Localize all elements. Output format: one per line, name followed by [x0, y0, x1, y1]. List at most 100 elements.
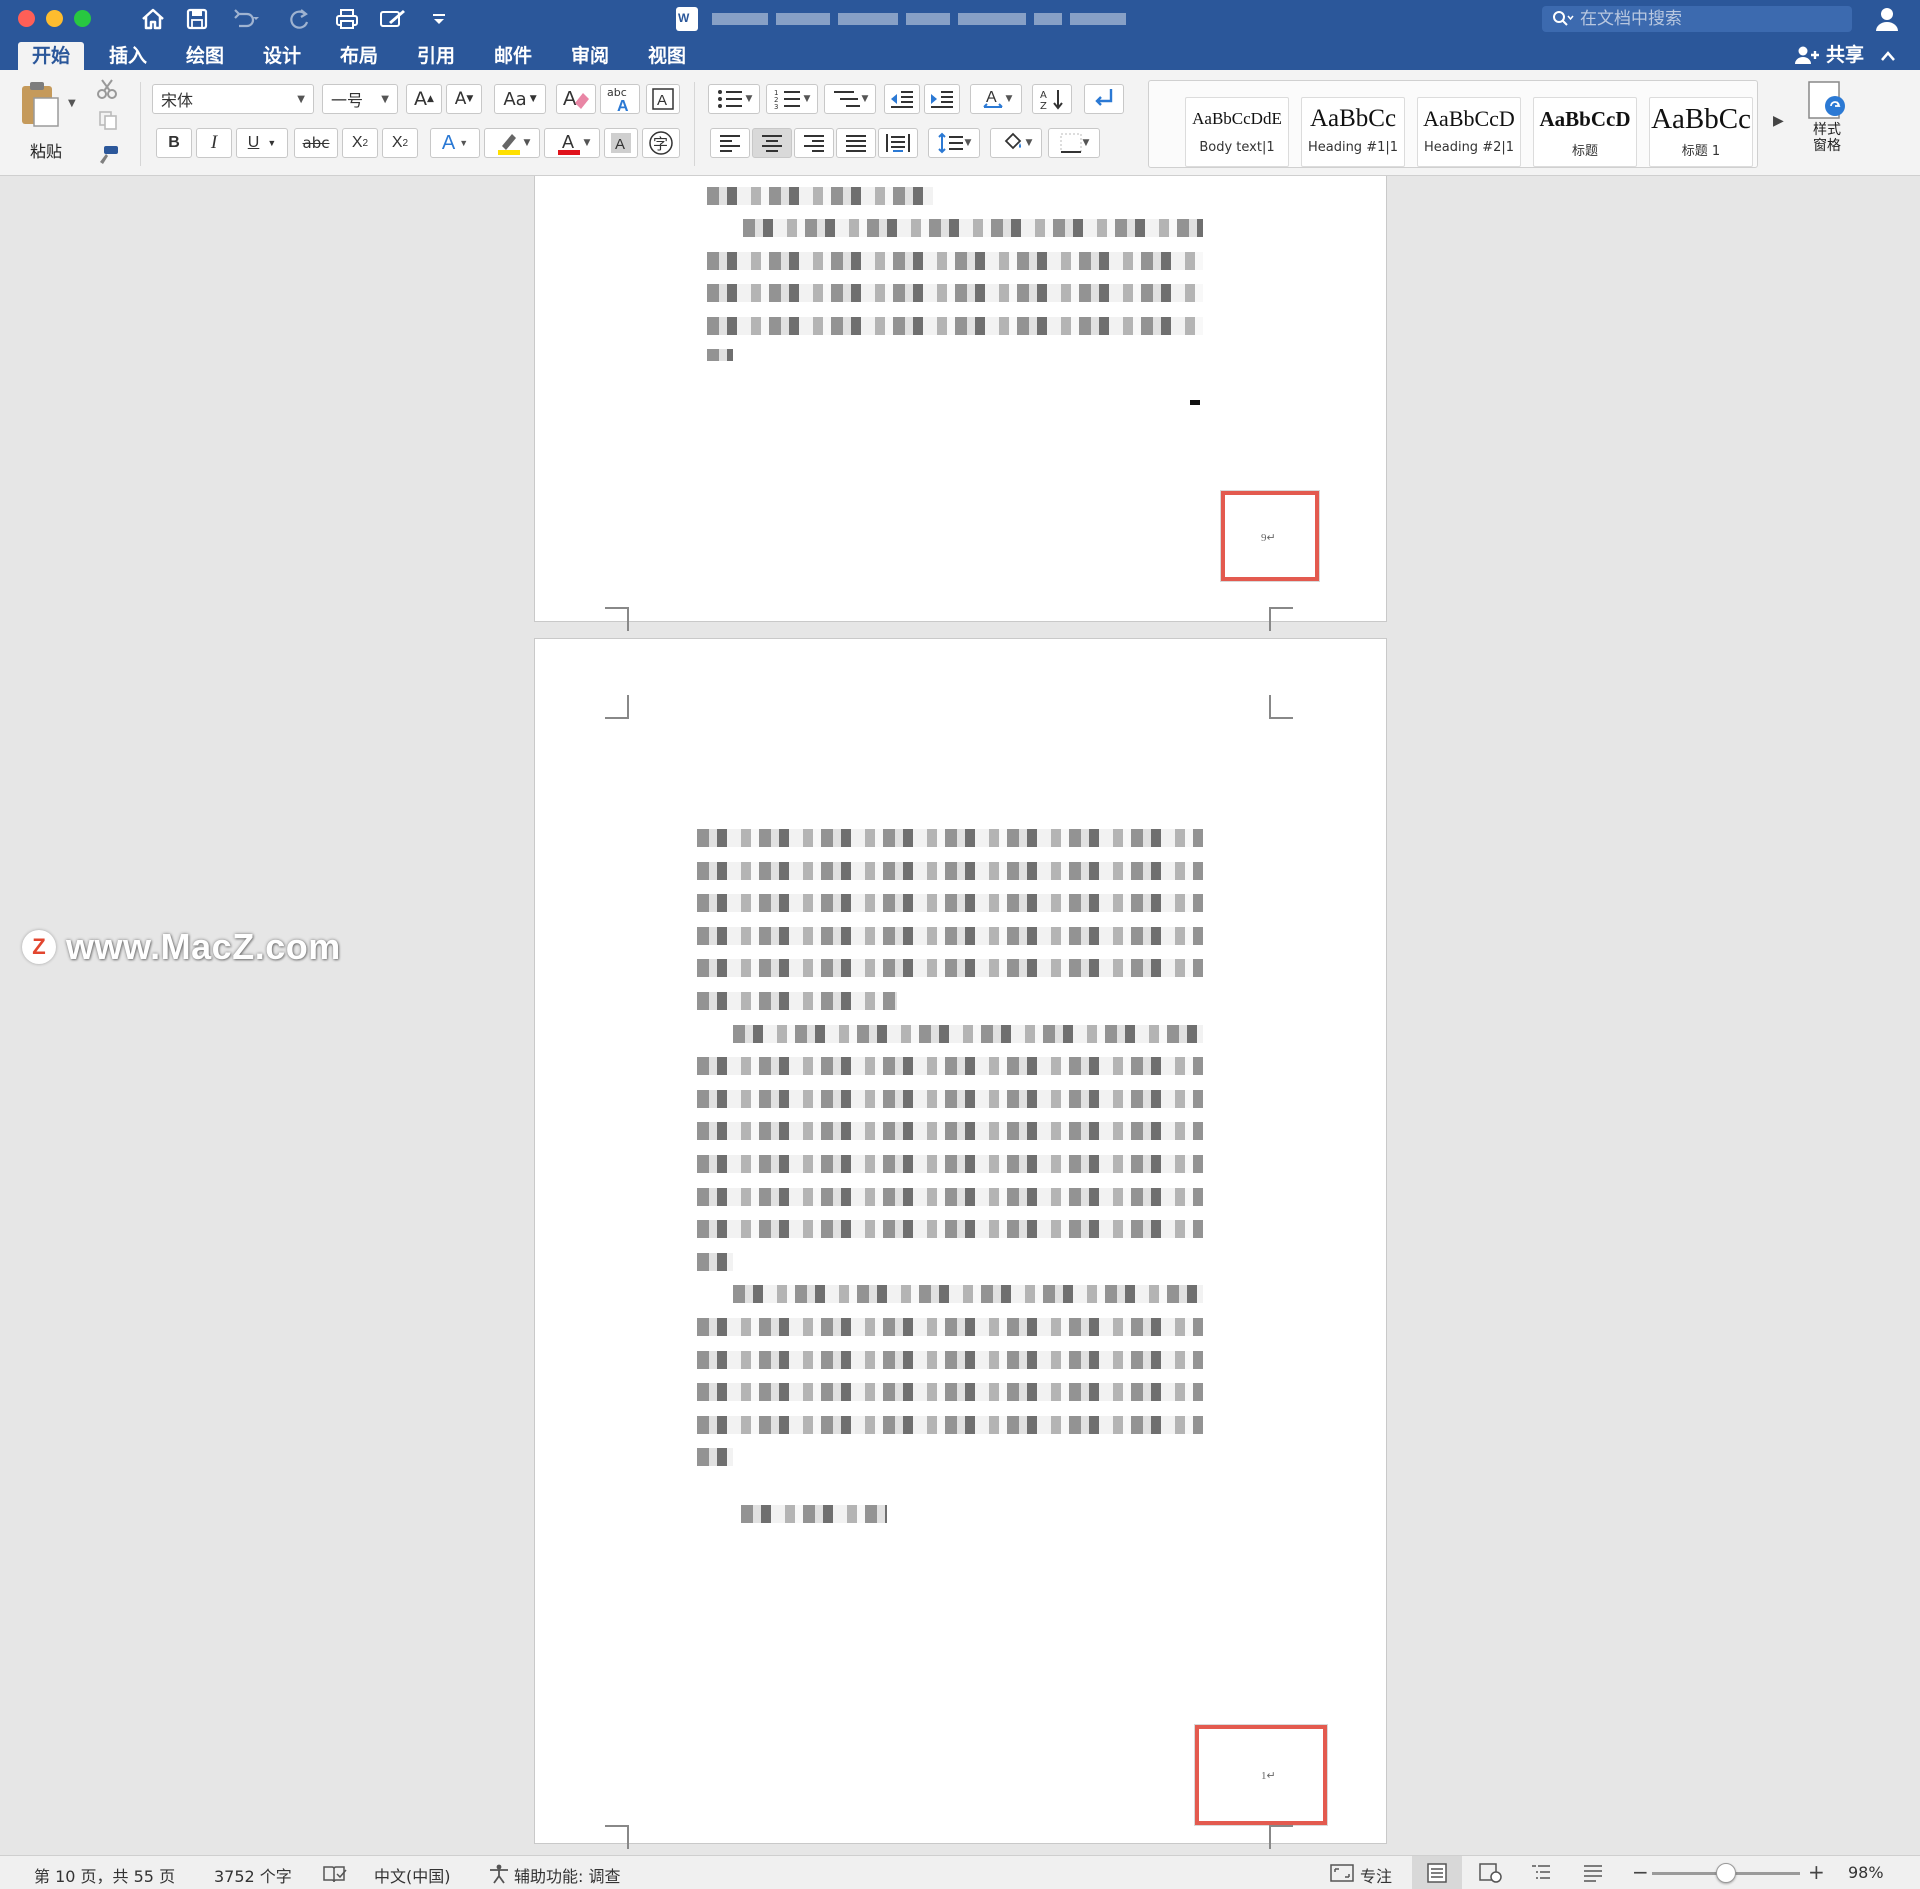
increase-indent-button[interactable]	[924, 84, 960, 114]
character-border-button[interactable]: A	[646, 84, 680, 114]
clear-formatting-button[interactable]: A	[556, 84, 596, 114]
page-info[interactable]: 第 10 页，共 55 页	[34, 1863, 175, 1887]
more-commands-icon[interactable]	[422, 4, 456, 34]
align-center-button[interactable]	[752, 128, 792, 158]
close-window-button[interactable]	[18, 10, 35, 27]
underline-button[interactable]: U ▼	[236, 128, 288, 158]
search-input[interactable]	[1580, 9, 1840, 29]
search-box[interactable]	[1542, 6, 1852, 32]
redo-icon[interactable]	[282, 4, 316, 34]
numbering-button[interactable]: 1 2 3 ▼	[766, 84, 818, 114]
proofing-icon[interactable]	[322, 1864, 348, 1888]
home-icon[interactable]	[136, 4, 170, 34]
share-button[interactable]: 共享	[1794, 42, 1864, 68]
justify-icon	[846, 135, 866, 152]
highlight-button[interactable]: ▼	[484, 128, 540, 158]
account-icon[interactable]	[1874, 6, 1900, 36]
bullets-button[interactable]: ▼	[708, 84, 760, 114]
style-body-text[interactable]: AaBbCcDdE Body text|1	[1185, 97, 1289, 167]
font-name-select[interactable]: 宋体 ▼	[152, 84, 314, 114]
focus-mode-button[interactable]: 专注	[1360, 1863, 1392, 1887]
zoom-level[interactable]: 98%	[1848, 1863, 1884, 1882]
tab-insert[interactable]: 插入	[95, 42, 161, 70]
accessibility-status[interactable]: 辅助功能: 调查	[514, 1863, 620, 1887]
align-left-icon	[720, 135, 740, 152]
shading-button[interactable]: ▼	[990, 128, 1042, 158]
font-size-value: 一号	[331, 91, 364, 110]
collapse-ribbon-icon[interactable]	[1880, 46, 1896, 67]
font-size-select[interactable]: 一号 ▼	[322, 84, 398, 114]
multilevel-list-button[interactable]: ▼	[824, 84, 876, 114]
tab-references[interactable]: 引用	[403, 42, 469, 70]
borders-button[interactable]: ▼	[1048, 128, 1100, 158]
show-paragraph-marks-button[interactable]	[1084, 84, 1124, 114]
styles-pane-button[interactable]: 样式 窗格	[1800, 78, 1854, 170]
text-effects-button[interactable]: A ▼	[430, 128, 480, 158]
document-canvas[interactable]: 9↵ 1↵ Z www.MacZ.com	[0, 176, 1920, 1855]
phonetic-guide-button[interactable]: abc A	[600, 84, 640, 114]
tab-layout[interactable]: 布局	[326, 42, 392, 70]
style-title[interactable]: AaBbCcD 标题	[1533, 97, 1637, 167]
tab-view[interactable]: 视图	[634, 42, 700, 70]
style-heading-2[interactable]: AaBbCcD Heading #2|1	[1417, 97, 1521, 167]
tab-draw[interactable]: 绘图	[172, 42, 238, 70]
customize-icon[interactable]	[376, 4, 410, 34]
distributed-button[interactable]	[878, 128, 918, 158]
sort-button[interactable]: AZ	[1032, 84, 1072, 114]
justify-button[interactable]	[836, 128, 876, 158]
macz-logo-icon: Z	[22, 930, 56, 964]
word-count[interactable]: 3752 个字	[214, 1863, 292, 1887]
style-name: Body text|1	[1199, 140, 1275, 155]
tab-design[interactable]: 设计	[249, 42, 315, 70]
draft-view-icon[interactable]	[1582, 1863, 1604, 1887]
print-layout-view-icon[interactable]	[1426, 1863, 1448, 1887]
italic-button[interactable]: I	[196, 128, 232, 158]
copy-icon[interactable]	[98, 110, 118, 134]
tab-review[interactable]: 审阅	[557, 42, 623, 70]
zoom-out-button[interactable]: −	[1632, 1860, 1649, 1884]
grow-font-button[interactable]: A ▲	[406, 84, 442, 114]
bold-button[interactable]: B	[156, 128, 192, 158]
character-shading-button[interactable]: A	[604, 128, 638, 158]
zoom-in-button[interactable]: +	[1808, 1860, 1825, 1884]
shrink-font-button[interactable]: A ▼	[446, 84, 482, 114]
styles-gallery-next-icon[interactable]: ▶	[1773, 113, 1784, 129]
page[interactable]: 9↵	[534, 176, 1387, 631]
enclose-characters-button[interactable]: 字	[642, 128, 680, 158]
paste-button[interactable]: ▼ 粘贴	[14, 80, 78, 161]
line-spacing-button[interactable]: ▼	[928, 128, 980, 158]
format-painter-icon[interactable]	[96, 144, 120, 170]
undo-icon[interactable]	[228, 4, 262, 34]
print-icon[interactable]	[330, 4, 364, 34]
tab-home[interactable]: 开始	[18, 42, 85, 70]
multilevel-list-icon	[833, 91, 860, 107]
web-layout-view-icon[interactable]	[1478, 1863, 1502, 1887]
cut-icon[interactable]	[96, 78, 118, 104]
style-heading-1[interactable]: AaBbCc Heading #1|1	[1301, 97, 1405, 167]
zoom-slider-thumb[interactable]	[1716, 1863, 1736, 1883]
styles-gallery: AaBbCcDdE Body text|1 AaBbCc Heading #1|…	[1148, 80, 1784, 168]
style-title-1[interactable]: AaBbCc 标题 1	[1649, 97, 1753, 167]
strikethrough-button[interactable]: abc	[294, 128, 338, 158]
outline-view-icon[interactable]	[1530, 1863, 1552, 1887]
accessibility-icon	[488, 1864, 510, 1888]
minimize-window-button[interactable]	[46, 10, 63, 27]
crop-mark	[1269, 695, 1293, 719]
style-name: 标题	[1571, 144, 1598, 159]
zoom-window-button[interactable]	[74, 10, 91, 27]
language[interactable]: 中文(中国)	[374, 1863, 451, 1887]
page[interactable]: 1↵	[534, 638, 1387, 1849]
decrease-indent-icon	[891, 91, 913, 108]
change-case-button[interactable]: Aa ▼	[494, 84, 546, 114]
save-icon[interactable]	[180, 4, 214, 34]
asian-layout-button[interactable]: A ▼	[970, 84, 1022, 114]
superscript-button[interactable]: X2	[382, 128, 418, 158]
style-preview: AaBbCcD	[1539, 107, 1631, 131]
align-right-button[interactable]	[794, 128, 834, 158]
align-left-button[interactable]	[710, 128, 750, 158]
decrease-indent-button[interactable]	[884, 84, 920, 114]
subscript-button[interactable]: X2	[342, 128, 378, 158]
font-color-button[interactable]: A ▼	[544, 128, 600, 158]
tab-mailings[interactable]: 邮件	[480, 42, 546, 70]
paste-dropdown-icon[interactable]: ▼	[68, 98, 76, 109]
